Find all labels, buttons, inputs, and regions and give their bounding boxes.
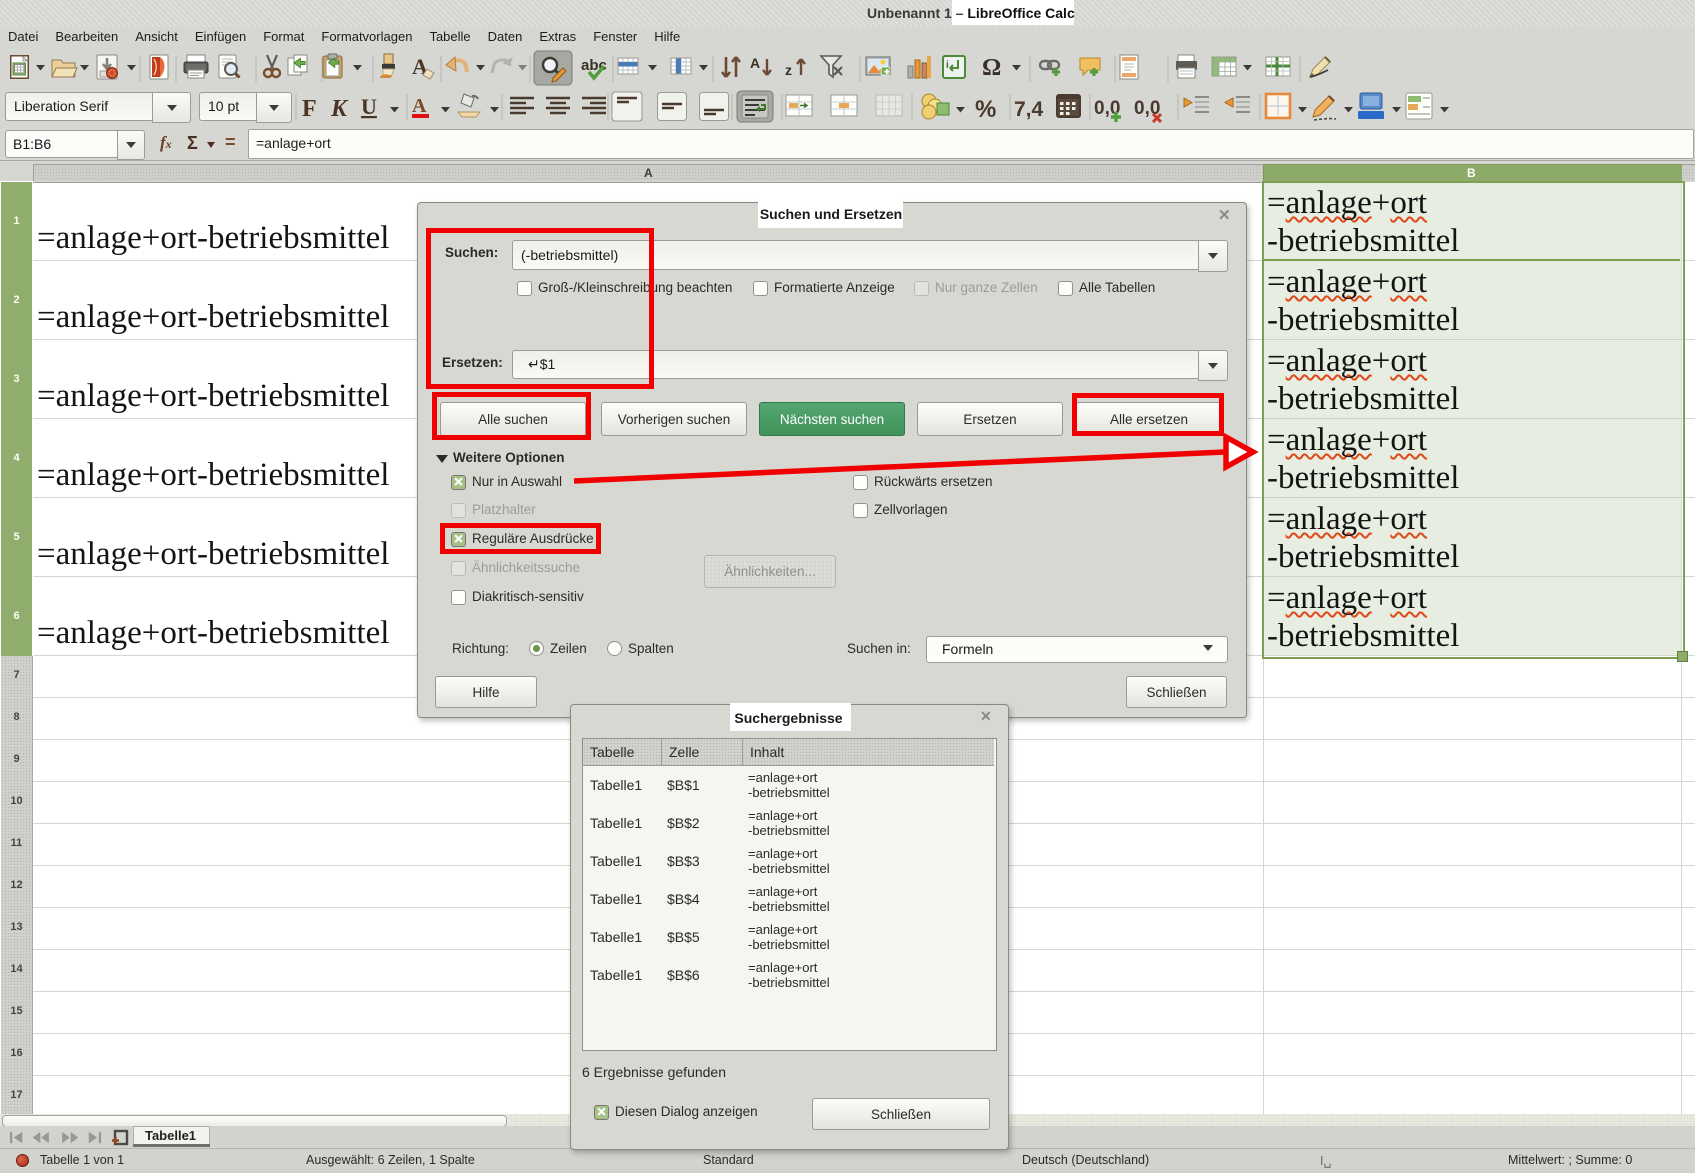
- svg-text:F: F: [302, 96, 317, 122]
- svg-text:Ω: Ω: [982, 55, 1001, 81]
- svg-text:K: K: [330, 96, 349, 122]
- svg-text:i: i: [946, 60, 949, 71]
- svg-text:U: U: [361, 94, 377, 119]
- svg-text:7,4: 7,4: [1014, 98, 1044, 121]
- svg-text:z: z: [785, 62, 792, 78]
- svg-text:A: A: [412, 95, 427, 117]
- svg-text:A: A: [750, 55, 760, 71]
- svg-text:%: %: [975, 96, 996, 123]
